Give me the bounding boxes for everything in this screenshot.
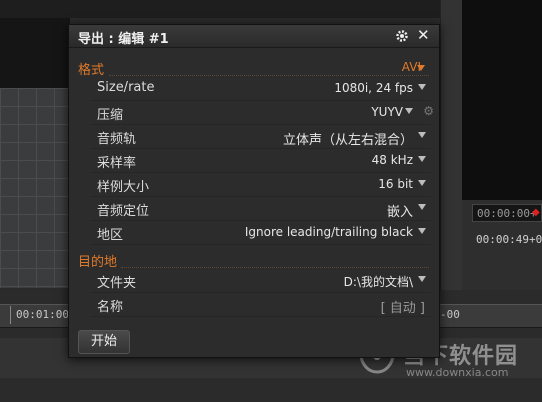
timecode-marker-icon: ◆ (532, 207, 540, 218)
setting-value: 1080i, 24 fps (334, 81, 413, 95)
dialog-titlebar[interactable]: 导出 : 编辑 #1 ✕ (69, 25, 439, 48)
setting-row-folder[interactable]: 文件夹 D:\我的文档\ (91, 269, 431, 293)
chevron-down-icon[interactable] (418, 180, 426, 186)
chevron-down-icon[interactable] (418, 132, 426, 138)
watermark-url: www.downxia.com (406, 366, 509, 379)
compression-settings-icon[interactable]: ⚙ (423, 104, 434, 118)
setting-label: 采样率 (97, 156, 137, 171)
setting-label: 音频定位 (97, 204, 150, 219)
setting-label: 音频轨 (97, 132, 137, 147)
setting-value: Ignore leading/trailing black (244, 225, 413, 239)
setting-row-sample-size[interactable]: 样例大小 16 bit (91, 173, 431, 197)
setting-row-size-rate[interactable]: Size/rate 1080i, 24 fps (91, 77, 431, 101)
ruler-tick (10, 306, 11, 324)
setting-value: YUYV (371, 105, 403, 119)
chevron-down-icon[interactable] (405, 108, 413, 114)
setting-value: [ 自动 ] (380, 301, 425, 316)
chevron-down-icon[interactable] (418, 204, 426, 210)
setting-row-audio-position[interactable]: 音频定位 嵌入 (91, 197, 431, 221)
setting-label: 地区 (97, 228, 124, 243)
section-divider (109, 75, 429, 76)
chevron-down-icon[interactable] (417, 65, 425, 71)
setting-label: 样例大小 (97, 180, 150, 195)
chevron-down-icon[interactable] (418, 228, 426, 234)
left-viewer-panel (0, 18, 70, 88)
start-button[interactable]: 开始 (78, 330, 130, 354)
setting-row-sample-rate[interactable]: 采样率 48 kHz (91, 149, 431, 173)
setting-label: 名称 (97, 300, 124, 315)
setting-row-audio-track[interactable]: 音频轨 立体声（从左右混合） (91, 125, 431, 149)
right-panel-divider[interactable] (440, 0, 464, 290)
timecode-display: 00:00:49+0 (476, 233, 542, 246)
setting-label: 压缩 (97, 108, 124, 123)
ruler-label-left: 00:01:00 (16, 308, 69, 321)
left-grid-panel (0, 88, 70, 288)
ruler-label-right: -00 (440, 308, 460, 321)
setting-value: 48 kHz (371, 153, 413, 167)
chevron-down-icon[interactable] (418, 84, 426, 90)
setting-row-compression[interactable]: 压缩 YUYV ⚙ (91, 101, 434, 125)
setting-row-region[interactable]: 地区 Ignore leading/trailing black (91, 221, 431, 245)
chevron-down-icon[interactable] (418, 276, 426, 282)
setting-value: 嵌入 (386, 205, 413, 220)
setting-value: 16 bit (378, 177, 413, 191)
setting-value: D:\我的文档\ (343, 275, 413, 289)
record-viewer (462, 0, 542, 200)
dialog-title: 导出 : 编辑 #1 (78, 32, 169, 47)
gear-icon[interactable] (394, 28, 410, 44)
section-divider (121, 267, 429, 268)
format-section-label: 格式 (78, 63, 105, 78)
setting-row-name[interactable]: 名称 [ 自动 ] (91, 293, 431, 317)
export-dialog: 导出 : 编辑 #1 ✕ 格式 AVI Size/rate 1080i, 24 … (68, 24, 440, 358)
chevron-down-icon[interactable] (418, 156, 426, 162)
close-icon[interactable]: ✕ (417, 26, 430, 44)
setting-label: 文件夹 (97, 276, 137, 291)
destination-section-label: 目的地 (78, 255, 118, 270)
setting-label: Size/rate (97, 80, 155, 95)
setting-value: 立体声（从左右混合） (282, 133, 413, 148)
